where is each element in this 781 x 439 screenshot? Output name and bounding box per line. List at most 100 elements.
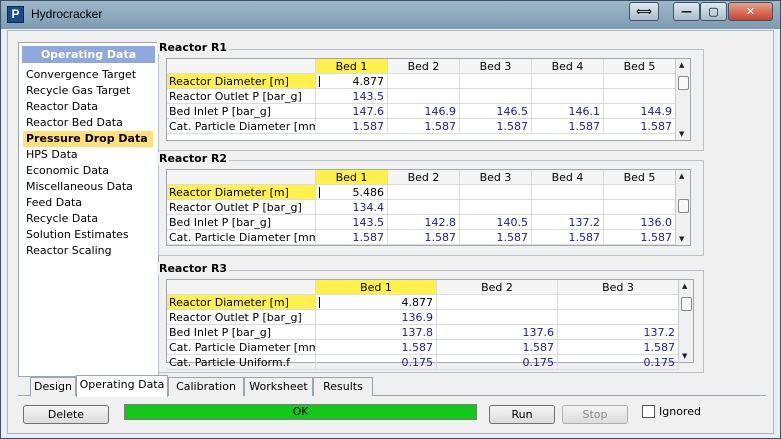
tab-design[interactable]: Design	[30, 377, 76, 396]
value-cell[interactable]: 1.587	[316, 119, 388, 134]
scroll-up-icon[interactable]: ▲	[679, 172, 684, 180]
column-header[interactable]: Bed 5	[604, 170, 676, 185]
value-cell[interactable]: 4.877	[316, 295, 437, 310]
nav-item[interactable]: Recycle Gas Target	[23, 83, 153, 99]
column-header[interactable]: Bed 2	[388, 59, 460, 74]
value-cell[interactable]	[437, 295, 558, 310]
maximize-button[interactable]: ▢	[700, 2, 727, 21]
value-cell[interactable]: 1.587	[460, 119, 532, 134]
value-cell[interactable]: 136.0	[604, 215, 676, 230]
value-cell[interactable]: 134.4	[316, 200, 388, 215]
value-cell[interactable]: 1.587	[388, 119, 460, 134]
value-cell[interactable]: 4.877	[316, 74, 388, 89]
value-cell[interactable]	[388, 185, 460, 200]
value-cell[interactable]	[532, 74, 604, 89]
nav-item[interactable]: Miscellaneous Data	[23, 179, 153, 195]
tab-results[interactable]: Results	[313, 377, 373, 396]
value-cell[interactable]	[532, 89, 604, 104]
value-cell[interactable]: 144.9	[604, 104, 676, 119]
title-bar[interactable]: P Hydrocracker ⟺ — ▢ ✕	[1, 1, 780, 29]
value-cell[interactable]	[558, 310, 679, 325]
nav-item[interactable]: Recycle Data	[23, 211, 153, 227]
resize-arrows-icon[interactable]: ⟺	[629, 2, 659, 21]
value-cell[interactable]: 136.9	[316, 310, 437, 325]
nav-item[interactable]: Solution Estimates	[23, 227, 153, 243]
value-cell[interactable]	[388, 74, 460, 89]
close-button[interactable]: ✕	[728, 2, 773, 21]
value-cell[interactable]: 1.587	[388, 230, 460, 245]
value-cell[interactable]	[604, 89, 676, 104]
value-cell[interactable]: 143.5	[316, 89, 388, 104]
value-cell[interactable]	[460, 74, 532, 89]
column-header[interactable]: Bed 3	[460, 170, 532, 185]
value-cell[interactable]: 1.587	[316, 340, 437, 355]
column-header[interactable]: Bed 4	[532, 59, 604, 74]
value-cell[interactable]	[460, 185, 532, 200]
tab-operating-data[interactable]: Operating Data	[76, 375, 168, 397]
vertical-scrollbar[interactable]: ▲ ▼	[675, 59, 690, 140]
ignored-checkbox[interactable]	[642, 405, 655, 418]
tab-calibration[interactable]: Calibration	[168, 377, 244, 396]
value-cell[interactable]	[437, 310, 558, 325]
nav-item[interactable]: Reactor Data	[23, 99, 153, 115]
scroll-thumb[interactable]	[678, 76, 689, 90]
value-cell[interactable]	[604, 200, 676, 215]
nav-item[interactable]: Convergence Target	[23, 67, 153, 83]
column-header[interactable]: Bed 1	[316, 59, 388, 74]
run-button[interactable]: Run	[489, 405, 555, 424]
value-cell[interactable]: 0.175	[316, 355, 437, 370]
value-cell[interactable]	[532, 200, 604, 215]
delete-button[interactable]: Delete	[23, 405, 109, 424]
value-cell[interactable]: 142.8	[388, 215, 460, 230]
value-cell[interactable]	[532, 185, 604, 200]
value-cell[interactable]: 1.587	[316, 230, 388, 245]
nav-item[interactable]: Pressure Drop Data	[23, 131, 153, 147]
scroll-thumb[interactable]	[681, 297, 692, 311]
value-cell[interactable]: 137.6	[437, 325, 558, 340]
scroll-down-icon[interactable]: ▼	[679, 235, 684, 243]
nav-item[interactable]: Reactor Scaling	[23, 243, 153, 259]
column-header[interactable]: Bed 1	[316, 280, 437, 295]
column-header[interactable]: Bed 2	[437, 280, 558, 295]
value-cell[interactable]	[460, 89, 532, 104]
value-cell[interactable]: 1.587	[460, 230, 532, 245]
value-cell[interactable]: 1.587	[437, 340, 558, 355]
value-cell[interactable]: 137.2	[532, 215, 604, 230]
minimize-button[interactable]: —	[673, 2, 700, 21]
value-cell[interactable]: 1.587	[604, 119, 676, 134]
value-cell[interactable]	[604, 185, 676, 200]
value-cell[interactable]: 0.175	[558, 355, 679, 370]
value-cell[interactable]: 146.9	[388, 104, 460, 119]
value-cell[interactable]: 140.5	[460, 215, 532, 230]
value-cell[interactable]: 146.5	[460, 104, 532, 119]
scroll-thumb[interactable]	[678, 199, 689, 213]
vertical-scrollbar[interactable]: ▲ ▼	[678, 280, 693, 362]
nav-item[interactable]: HPS Data	[23, 147, 153, 163]
stop-button[interactable]: Stop	[562, 405, 628, 424]
column-header[interactable]: Bed 1	[316, 170, 388, 185]
nav-item[interactable]: Feed Data	[23, 195, 153, 211]
value-cell[interactable]: 137.8	[316, 325, 437, 340]
nav-item[interactable]: Reactor Bed Data	[23, 115, 153, 131]
value-cell[interactable]: 5.486	[316, 185, 388, 200]
value-cell[interactable]: 146.1	[532, 104, 604, 119]
vertical-scrollbar[interactable]: ▲ ▼	[675, 170, 690, 245]
value-cell[interactable]: 147.6	[316, 104, 388, 119]
value-cell[interactable]	[460, 200, 532, 215]
value-cell[interactable]: 1.587	[532, 119, 604, 134]
column-header[interactable]: Bed 4	[532, 170, 604, 185]
scroll-up-icon[interactable]: ▲	[679, 61, 684, 69]
value-cell[interactable]	[604, 74, 676, 89]
value-cell[interactable]	[388, 89, 460, 104]
column-header[interactable]: Bed 2	[388, 170, 460, 185]
tab-worksheet[interactable]: Worksheet	[244, 377, 313, 396]
nav-item[interactable]: Economic Data	[23, 163, 153, 179]
column-header[interactable]: Bed 3	[460, 59, 532, 74]
value-cell[interactable]: 0.175	[437, 355, 558, 370]
value-cell[interactable]: 1.587	[604, 230, 676, 245]
value-cell[interactable]: 1.587	[532, 230, 604, 245]
value-cell[interactable]: 1.587	[558, 340, 679, 355]
value-cell[interactable]	[558, 295, 679, 310]
value-cell[interactable]: 143.5	[316, 215, 388, 230]
scroll-down-icon[interactable]: ▼	[682, 352, 687, 360]
